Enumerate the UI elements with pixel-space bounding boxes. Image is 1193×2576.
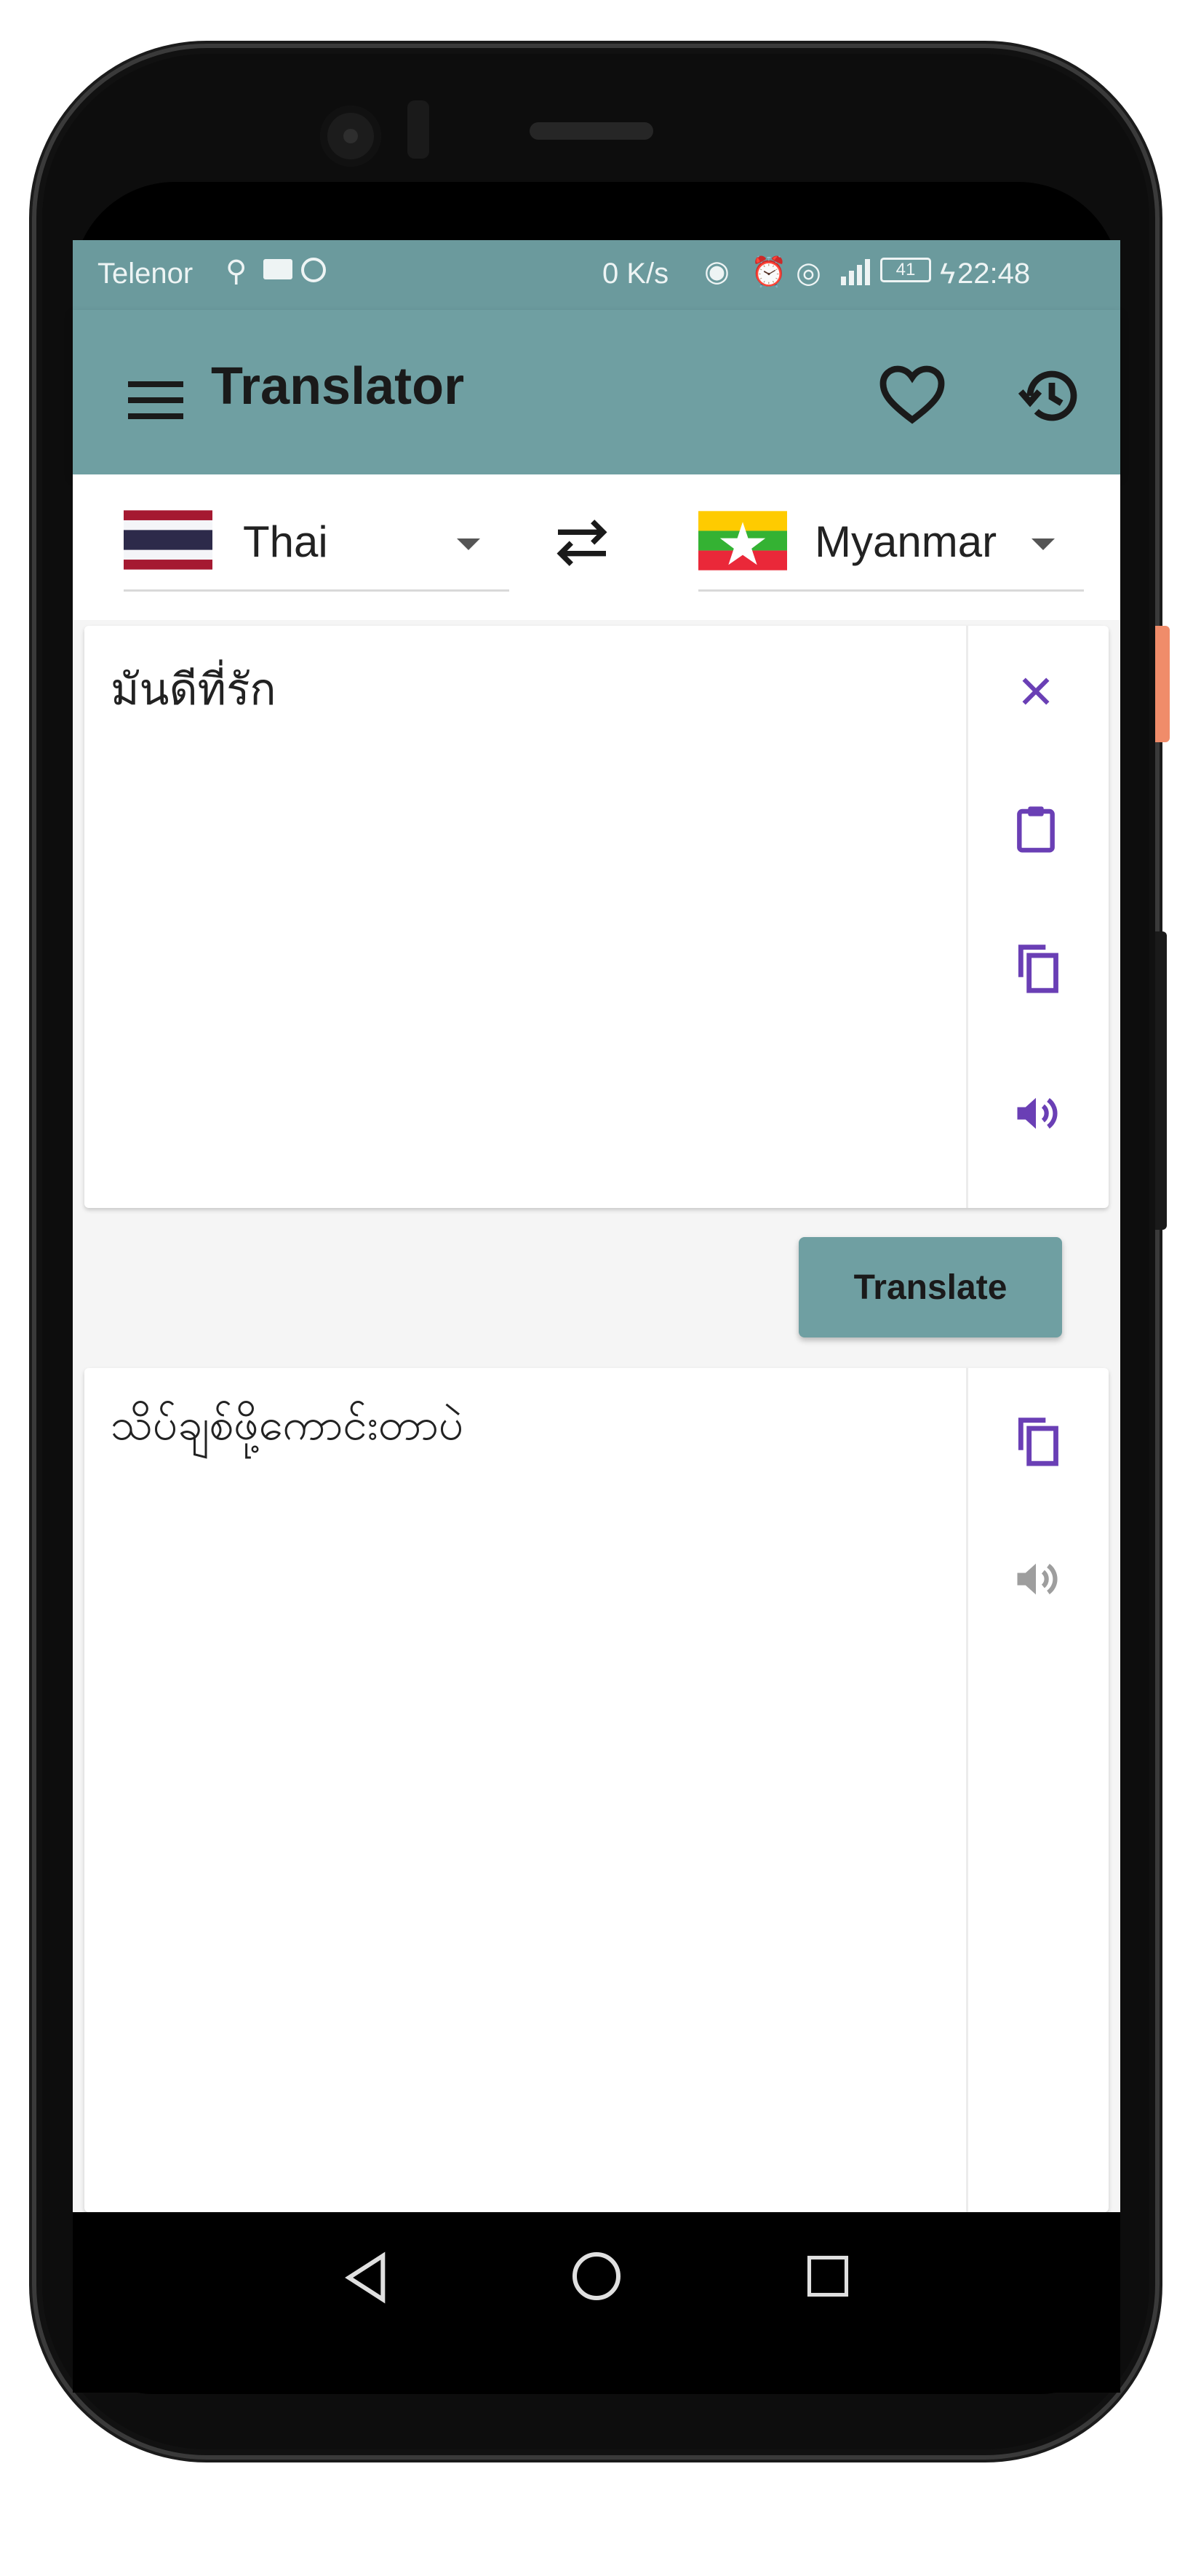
- mail-icon: [263, 259, 292, 279]
- power-button: [1155, 626, 1170, 742]
- clock: 22:48: [957, 258, 1031, 290]
- earpiece-speaker: [530, 122, 653, 140]
- source-language-label[interactable]: Thai: [243, 517, 328, 567]
- swap-icon[interactable]: [550, 515, 614, 571]
- heart-icon[interactable]: [877, 361, 947, 426]
- back-icon[interactable]: [340, 2249, 391, 2307]
- battery-icon: 41: [880, 258, 931, 282]
- alarm-icon: ⏰: [751, 256, 787, 288]
- eye-icon: ◎: [796, 257, 821, 289]
- carrier-label: Telenor: [97, 258, 193, 290]
- page-title: Translator: [211, 357, 465, 416]
- source-text-input[interactable]: มันดีที่รัก: [111, 655, 276, 724]
- volume-button: [1155, 931, 1167, 1230]
- source-dropdown-icon[interactable]: [457, 538, 480, 550]
- input-action-divider: [966, 626, 968, 1208]
- output-copy-icon[interactable]: [1013, 1415, 1062, 1467]
- target-language-label[interactable]: Myanmar: [815, 517, 997, 567]
- page: Telenor ⚲ 0 K/s ◉ ⏰ ◎ 41 ϟ 22:48 Transla…: [0, 0, 1193, 2576]
- menu-icon[interactable]: [128, 377, 189, 424]
- translated-text: သိပ်ချစ်ဖို့ကောင်းတာပဲ: [111, 1399, 464, 1450]
- battery-level: 41: [895, 260, 916, 279]
- output-action-divider: [966, 1368, 968, 2212]
- navigation-bar: [73, 2218, 1120, 2393]
- recents-icon[interactable]: [803, 2251, 853, 2301]
- charging-icon: ϟ: [940, 258, 956, 290]
- output-card: [84, 1368, 1109, 2212]
- paste-icon[interactable]: [1013, 803, 1059, 854]
- myanmar-flag-icon: [698, 511, 787, 571]
- output-speaker-icon[interactable]: [1011, 1554, 1061, 1604]
- home-icon[interactable]: [567, 2247, 626, 2305]
- thai-flag-icon: [124, 509, 212, 571]
- usb-icon: ⚲: [226, 255, 247, 287]
- proximity-sensor: [407, 100, 429, 159]
- history-icon[interactable]: [1016, 361, 1085, 431]
- signal-icon: [838, 256, 873, 285]
- speaker-icon[interactable]: [1011, 1089, 1061, 1138]
- target-dropdown-icon[interactable]: [1032, 538, 1055, 550]
- close-icon[interactable]: [1016, 671, 1056, 712]
- hotspot-icon: ◉: [704, 255, 730, 287]
- copy-icon[interactable]: [1013, 942, 1062, 994]
- translate-button[interactable]: Translate: [799, 1237, 1062, 1337]
- source-language-underline: [124, 589, 509, 592]
- status-bar: Telenor ⚲ 0 K/s ◉ ⏰ ◎ 41 ϟ 22:48: [73, 240, 1120, 310]
- camera-lens: [343, 129, 358, 143]
- target-language-underline: [698, 589, 1084, 592]
- network-speed: 0 K/s: [602, 258, 669, 290]
- messenger-icon: [301, 258, 326, 282]
